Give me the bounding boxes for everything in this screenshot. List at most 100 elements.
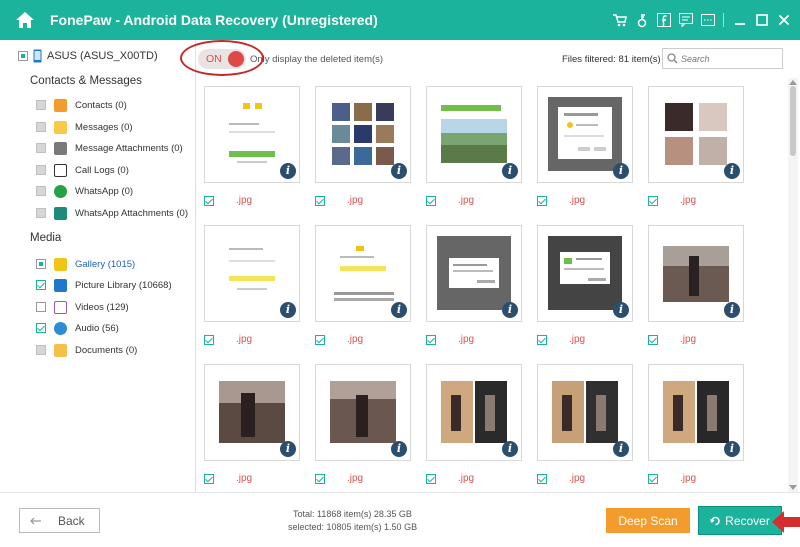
tile-caption: .jpg bbox=[204, 195, 252, 206]
sidebar-item-contacts[interactable]: Contacts (0) bbox=[36, 97, 127, 113]
tile-checkbox[interactable] bbox=[204, 334, 214, 345]
sidebar-item-videos[interactable]: Videos (129) bbox=[36, 299, 129, 315]
menu-icon[interactable] bbox=[699, 12, 716, 29]
scrollbar-thumb[interactable] bbox=[790, 86, 796, 156]
whatsapp-checkbox[interactable] bbox=[36, 186, 46, 196]
sidebar-item-whatsapp-attachments[interactable]: WhatsApp Attachments (0) bbox=[36, 205, 188, 221]
info-icon[interactable]: i bbox=[724, 163, 740, 179]
home-button[interactable] bbox=[0, 0, 50, 40]
feedback-icon[interactable] bbox=[677, 12, 694, 29]
thumbnail-tile[interactable]: i bbox=[537, 364, 633, 461]
tile-checkbox[interactable] bbox=[648, 334, 658, 345]
maximize-icon[interactable] bbox=[753, 12, 770, 29]
info-icon[interactable]: i bbox=[391, 441, 407, 457]
picture-library-checkbox[interactable] bbox=[36, 280, 46, 290]
thumbnail-tile[interactable]: i bbox=[537, 86, 633, 183]
tile-checkbox[interactable] bbox=[426, 334, 436, 345]
sidebar-item-audio[interactable]: Audio (56) bbox=[36, 320, 119, 336]
thumbnail-tile[interactable]: i bbox=[315, 364, 411, 461]
info-icon[interactable]: i bbox=[724, 441, 740, 457]
scroll-down-icon[interactable] bbox=[789, 485, 797, 490]
sidebar-item-whatsapp[interactable]: WhatsApp (0) bbox=[36, 183, 133, 199]
tile-checkbox[interactable] bbox=[315, 334, 325, 345]
documents-checkbox[interactable] bbox=[36, 345, 46, 355]
sidebar-item-gallery[interactable]: Gallery (1015) bbox=[36, 256, 135, 272]
whatsapp-attachments-checkbox[interactable] bbox=[36, 208, 46, 218]
sidebar-item-message-attachments[interactable]: Message Attachments (0) bbox=[36, 140, 183, 156]
thumbnail-tile[interactable]: i bbox=[648, 86, 744, 183]
device-name: ASUS (ASUS_X00TD) bbox=[47, 50, 158, 62]
file-extension: .jpg bbox=[680, 195, 697, 206]
thumbnail-tile[interactable]: i bbox=[648, 364, 744, 461]
info-icon[interactable]: i bbox=[502, 441, 518, 457]
tile-checkbox[interactable] bbox=[537, 473, 547, 484]
tile-checkbox[interactable] bbox=[426, 473, 436, 484]
call-logs-checkbox[interactable] bbox=[36, 165, 46, 175]
audio-checkbox[interactable] bbox=[36, 323, 46, 333]
sidebar-item-label: Message Attachments (0) bbox=[75, 142, 183, 154]
thumbnail-tile[interactable]: i bbox=[537, 225, 633, 322]
thumbnail-tile[interactable]: i bbox=[426, 86, 522, 183]
tile-checkbox[interactable] bbox=[648, 473, 658, 484]
thumbnail-tile[interactable]: i bbox=[426, 225, 522, 322]
videos-checkbox[interactable] bbox=[36, 302, 46, 312]
titlebar-divider bbox=[723, 13, 724, 27]
thumbnail-tile[interactable]: i bbox=[204, 86, 300, 183]
tile-checkbox[interactable] bbox=[204, 195, 214, 206]
sidebar-item-picture-library[interactable]: Picture Library (10668) bbox=[36, 277, 172, 293]
tile-caption: .jpg bbox=[315, 195, 363, 206]
tile-checkbox[interactable] bbox=[537, 195, 547, 206]
file-extension: .jpg bbox=[458, 473, 475, 484]
minimize-icon[interactable] bbox=[731, 12, 748, 29]
tile-checkbox[interactable] bbox=[426, 195, 436, 206]
info-icon[interactable]: i bbox=[391, 163, 407, 179]
info-icon[interactable]: i bbox=[280, 302, 296, 318]
tile-caption: .jpg bbox=[426, 473, 474, 484]
picture-library-icon bbox=[54, 278, 67, 292]
search-box[interactable] bbox=[662, 48, 783, 69]
deleted-only-toggle[interactable]: ON bbox=[198, 49, 246, 69]
tile-checkbox[interactable] bbox=[315, 473, 325, 484]
facebook-icon[interactable] bbox=[655, 12, 672, 29]
thumbnail-tile[interactable]: i bbox=[648, 225, 744, 322]
info-icon[interactable]: i bbox=[391, 302, 407, 318]
thumbnail-image bbox=[215, 375, 289, 449]
back-button[interactable]: Back bbox=[19, 508, 100, 533]
device-row[interactable]: ASUS (ASUS_X00TD) bbox=[18, 49, 158, 63]
scroll-up-icon[interactable] bbox=[789, 80, 797, 85]
sidebar-item-label: Messages (0) bbox=[75, 121, 133, 133]
info-icon[interactable]: i bbox=[613, 441, 629, 457]
cart-icon[interactable] bbox=[611, 12, 628, 29]
messages-checkbox[interactable] bbox=[36, 122, 46, 132]
sidebar-item-documents[interactable]: Documents (0) bbox=[36, 342, 137, 358]
info-icon[interactable]: i bbox=[280, 441, 296, 457]
thumbnail-tile[interactable]: i bbox=[204, 364, 300, 461]
info-icon[interactable]: i bbox=[613, 163, 629, 179]
thumbnail-tile[interactable]: i bbox=[315, 225, 411, 322]
sidebar-item-call-logs[interactable]: Call Logs (0) bbox=[36, 162, 129, 178]
tile-checkbox[interactable] bbox=[315, 195, 325, 206]
tile-checkbox[interactable] bbox=[204, 473, 214, 484]
device-checkbox[interactable] bbox=[18, 51, 28, 61]
tile-checkbox[interactable] bbox=[537, 334, 547, 345]
info-icon[interactable]: i bbox=[502, 163, 518, 179]
thumbnail-image bbox=[326, 97, 400, 171]
thumbnail-tile[interactable]: i bbox=[315, 86, 411, 183]
thumbnail-tile[interactable]: i bbox=[204, 225, 300, 322]
close-icon[interactable] bbox=[775, 12, 792, 29]
info-icon[interactable]: i bbox=[724, 302, 740, 318]
contacts-checkbox[interactable] bbox=[36, 100, 46, 110]
gallery-checkbox[interactable] bbox=[36, 259, 46, 269]
sidebar-item-messages[interactable]: Messages (0) bbox=[36, 119, 133, 135]
info-icon[interactable]: i bbox=[613, 302, 629, 318]
message-attachments-checkbox[interactable] bbox=[36, 143, 46, 153]
info-icon[interactable]: i bbox=[280, 163, 296, 179]
search-input[interactable] bbox=[681, 53, 776, 64]
key-icon[interactable] bbox=[633, 12, 650, 29]
file-extension: .jpg bbox=[680, 334, 697, 345]
thumbnail-tile[interactable]: i bbox=[426, 364, 522, 461]
info-icon[interactable]: i bbox=[502, 302, 518, 318]
tile-checkbox[interactable] bbox=[648, 195, 658, 206]
vertical-scrollbar[interactable] bbox=[788, 78, 798, 492]
deep-scan-button[interactable]: Deep Scan bbox=[606, 508, 690, 533]
